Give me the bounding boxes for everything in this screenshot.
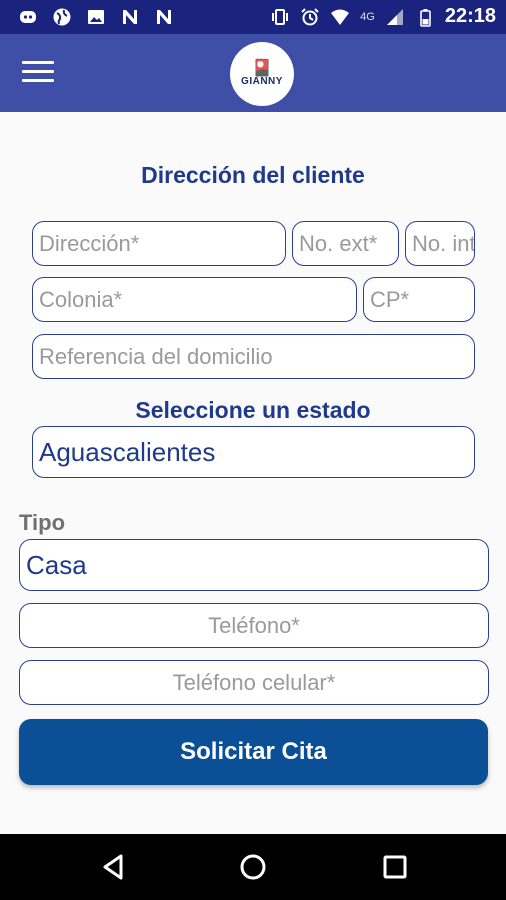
estado-selected-value: Aguascalientes (39, 436, 216, 467)
back-icon[interactable] (99, 852, 129, 882)
estado-section-title: Seleccione un estado (135, 397, 371, 423)
hamburger-menu-icon[interactable] (22, 61, 54, 85)
no-int-placeholder: No. int (412, 230, 475, 256)
direccion-placeholder: Dirección* (39, 230, 140, 256)
direccion-input[interactable]: Dirección* (32, 221, 286, 266)
telefono-placeholder: Teléfono* (208, 612, 300, 638)
n-app-icon (123, 10, 137, 24)
cp-placeholder: CP* (370, 286, 410, 312)
cp-input[interactable]: CP* (363, 277, 475, 322)
discord-icon (20, 11, 36, 23)
alarm-icon (301, 7, 319, 25)
no-ext-input[interactable]: No. ext* (292, 221, 399, 266)
globe-icon (53, 8, 71, 26)
vibrate-icon (272, 8, 289, 25)
referencia-input[interactable]: Referencia del domicilio (32, 334, 475, 379)
recents-icon[interactable] (380, 852, 410, 882)
app-logo: 🎴 GIANNY (230, 42, 294, 106)
image-icon (88, 10, 104, 24)
logo-text: GIANNY (241, 75, 283, 87)
telefono-celular-placeholder: Teléfono celular* (172, 669, 336, 695)
notification-icons (18, 7, 174, 27)
status-time: 22:18 (444, 5, 496, 27)
battery-icon (420, 8, 431, 27)
n-app-icon (157, 10, 171, 24)
navigation-bar (0, 834, 506, 900)
no-int-input[interactable]: No. int (405, 221, 475, 266)
status-bar: 4G 22:18 (0, 0, 506, 34)
home-icon[interactable] (238, 852, 268, 882)
referencia-placeholder: Referencia del domicilio (39, 343, 273, 369)
telefono-input[interactable]: Teléfono* (19, 603, 489, 648)
system-icons: 4G 22:18 (270, 5, 496, 28)
wifi-icon (331, 9, 350, 25)
tipo-selected-value: Casa (26, 549, 87, 580)
tipo-select[interactable]: Casa (19, 539, 489, 591)
no-ext-placeholder: No. ext* (299, 230, 378, 256)
tipo-label: Tipo (19, 510, 66, 535)
address-section-title: Dirección del cliente (141, 162, 365, 188)
form-content: Dirección del cliente Dirección* No. ext… (0, 112, 506, 834)
estado-select[interactable]: Aguascalientes (32, 426, 475, 478)
telefono-celular-input[interactable]: Teléfono celular* (19, 660, 489, 705)
app-bar: 🎴 GIANNY (0, 34, 506, 112)
colonia-input[interactable]: Colonia* (32, 277, 357, 322)
logo-emblem-icon: 🎴 (252, 59, 272, 77)
signal-icon (386, 8, 403, 25)
solicitar-cita-button[interactable]: Solicitar Cita (19, 719, 488, 785)
network-type: 4G (360, 10, 375, 23)
colonia-placeholder: Colonia* (39, 286, 123, 312)
